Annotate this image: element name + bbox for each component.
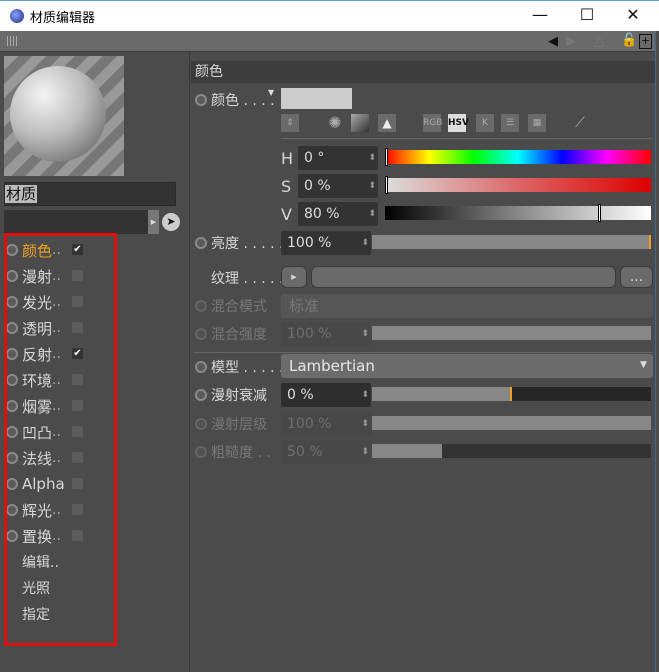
brightness-input[interactable]: 100 %	[281, 231, 371, 255]
window-title: 材质编辑器	[30, 11, 96, 26]
close-button[interactable]: ✕	[618, 5, 648, 27]
model-dropdown[interactable]: Lambertian	[281, 354, 653, 378]
color-wheel-icon[interactable]: ✺	[326, 114, 344, 132]
blend-strength-label: 混合强度	[211, 327, 267, 343]
toolbar: ◀ ▶ △ 🔓 +	[0, 31, 659, 52]
color-label: 颜色 . . . .	[211, 93, 275, 109]
diffuse-level-input: 100 %	[281, 412, 371, 436]
title-bar: 材质编辑器 — ☐ ✕	[0, 0, 659, 31]
h-label: H	[281, 148, 294, 168]
material-name: 材质	[5, 185, 38, 203]
spectrum-icon[interactable]	[351, 114, 369, 132]
texture-more-button[interactable]: ...	[620, 266, 653, 288]
minimize-button[interactable]: —	[525, 5, 555, 27]
swatches-icon[interactable]: ▦	[528, 114, 546, 132]
diffuse-level-slider	[372, 416, 651, 430]
lock-icon[interactable]: 🔓	[621, 33, 637, 48]
blend-strength-radio	[195, 328, 207, 340]
diffuse-falloff-radio[interactable]	[195, 389, 207, 401]
expand-vertical-icon[interactable]: ⇕	[281, 114, 299, 132]
pointer-icon[interactable]: ➤	[162, 213, 180, 231]
color-settings-panel: 颜色 颜色 . . . . ▼ ⇕ ✺ ▲ RGB HSV K ☰ ▦ ⟋ H …	[191, 52, 655, 672]
rgb-mode-button[interactable]: RGB	[423, 114, 442, 132]
highlight-box	[4, 233, 117, 646]
roughness-radio	[195, 446, 207, 458]
diffuse-falloff-label: 漫射衰减	[211, 388, 267, 404]
value-slider[interactable]	[385, 204, 651, 222]
model-anim-radio[interactable]	[195, 361, 207, 373]
saturation-handle[interactable]	[385, 176, 388, 194]
window-edge	[655, 31, 659, 672]
brightness-label: 亮度 . . . . .	[211, 236, 284, 252]
hue-handle[interactable]	[385, 148, 388, 166]
blend-mode-dropdown: 标准	[281, 294, 653, 318]
diffuse-level-radio	[195, 418, 207, 430]
model-label: 模型 . . . . .	[211, 360, 284, 376]
material-selector-field[interactable]	[4, 210, 148, 234]
blend-mode-label: 混合模式	[211, 299, 267, 315]
hsv-mode-button[interactable]: HSV	[448, 114, 469, 132]
hue-slider[interactable]	[385, 148, 651, 166]
divider	[193, 352, 653, 353]
maximize-button[interactable]: ☐	[572, 5, 602, 27]
hue-input[interactable]: 0 °	[298, 146, 378, 170]
diffuse-level-label: 漫射层级	[211, 417, 267, 433]
roughness-label: 粗糙度 . .	[211, 445, 271, 461]
mixer-icon[interactable]: ☰	[501, 114, 519, 132]
diffuse-falloff-slider[interactable]	[372, 387, 651, 401]
value-input[interactable]: 80 %	[298, 202, 378, 226]
section-title: 颜色	[191, 61, 655, 83]
divider	[281, 138, 651, 139]
saturation-input[interactable]: 0 %	[298, 174, 378, 198]
material-preview[interactable]	[4, 56, 124, 176]
brightness-slider[interactable]	[372, 235, 651, 249]
up-arrow-icon[interactable]: △	[594, 33, 605, 49]
brightness-anim-radio[interactable]	[195, 237, 207, 249]
forward-arrow-icon[interactable]: ▶	[566, 34, 576, 49]
diffuse-falloff-input[interactable]: 0 %	[281, 383, 371, 407]
grip-icon[interactable]	[7, 36, 19, 46]
color-swatch[interactable]	[281, 88, 352, 109]
v-label: V	[281, 204, 292, 224]
roughness-slider	[372, 444, 651, 458]
blend-strength-input: 100 %	[281, 322, 371, 346]
image-icon[interactable]: ▲	[378, 114, 396, 132]
value-handle[interactable]	[597, 204, 601, 222]
new-window-icon[interactable]: +	[639, 34, 652, 49]
preview-sphere	[10, 66, 106, 162]
back-arrow-icon[interactable]: ◀	[548, 34, 558, 49]
s-label: S	[281, 176, 292, 196]
color-menu-arrow-icon[interactable]: ▼	[268, 88, 274, 97]
eyedropper-icon[interactable]: ⟋	[571, 114, 589, 132]
material-name-field[interactable]: 材质	[4, 182, 176, 206]
saturation-slider[interactable]	[385, 176, 651, 194]
kelvin-mode-button[interactable]: K	[476, 114, 494, 132]
blend-mode-radio	[195, 300, 207, 312]
blend-strength-slider	[372, 326, 651, 340]
texture-expand-button[interactable]: ▶	[281, 266, 307, 288]
texture-label: 纹理 . . . . .	[211, 271, 284, 287]
channel-panel: 材质 ▶ ➤ 颜色.. ✔ 漫射.. 发光.. 透明.. 反射.. ✔ 环境.. 烟雾.. 凹凸.…	[0, 52, 190, 672]
app-icon	[10, 9, 24, 23]
chevron-down-icon[interactable]: ▼	[640, 360, 647, 370]
expand-button[interactable]: ▶	[148, 210, 159, 234]
roughness-input: 50 %	[281, 440, 371, 464]
color-anim-radio[interactable]	[195, 94, 207, 106]
texture-field[interactable]	[311, 266, 616, 288]
